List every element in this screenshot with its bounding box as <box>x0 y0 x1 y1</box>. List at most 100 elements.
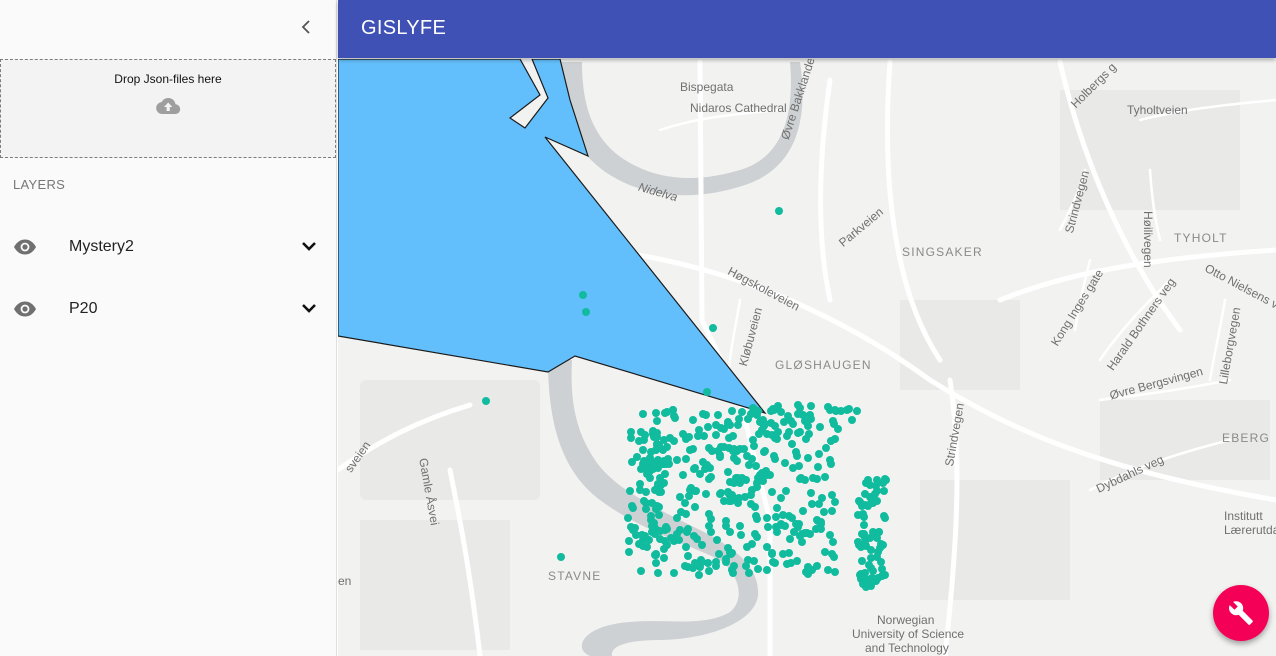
map-point[interactable] <box>712 421 720 429</box>
map-point[interactable] <box>748 540 756 548</box>
map-point[interactable] <box>642 488 650 496</box>
map-point[interactable] <box>773 504 781 512</box>
map-point[interactable] <box>664 455 672 463</box>
map-point[interactable] <box>760 420 768 428</box>
map-point[interactable] <box>679 471 687 479</box>
map-point[interactable] <box>826 456 834 464</box>
map-point[interactable] <box>860 521 868 529</box>
map-point[interactable] <box>750 405 758 413</box>
map-point[interactable] <box>824 403 832 411</box>
map-point[interactable] <box>781 522 789 530</box>
map-point[interactable] <box>635 437 643 445</box>
map-point[interactable] <box>876 544 884 552</box>
map-point[interactable] <box>730 562 738 570</box>
map-point[interactable] <box>763 471 771 479</box>
map-point[interactable] <box>624 514 632 522</box>
map-point[interactable] <box>751 503 759 511</box>
map-point[interactable] <box>783 560 791 568</box>
map-point[interactable] <box>864 476 872 484</box>
map-point[interactable] <box>632 531 640 539</box>
map-point[interactable] <box>725 434 733 442</box>
map-point[interactable] <box>716 451 724 459</box>
map-point[interactable] <box>831 435 839 443</box>
map-point[interactable] <box>782 487 790 495</box>
map-point[interactable] <box>763 543 771 551</box>
map-point[interactable] <box>753 483 761 491</box>
map-point[interactable] <box>748 455 756 463</box>
map-point[interactable] <box>828 491 836 499</box>
map-point[interactable] <box>830 553 838 561</box>
map-point[interactable] <box>814 463 822 471</box>
map-point[interactable] <box>783 432 791 440</box>
map-point[interactable] <box>744 415 752 423</box>
map-point[interactable] <box>707 515 715 523</box>
map-point[interactable] <box>879 479 887 487</box>
map-point[interactable] <box>803 529 811 537</box>
map-point[interactable] <box>655 511 663 519</box>
map-point[interactable] <box>712 431 720 439</box>
map-point[interactable] <box>821 548 829 556</box>
tools-fab-button[interactable] <box>1213 585 1269 641</box>
map-point[interactable] <box>648 499 656 507</box>
layer-item-p20[interactable]: P20 <box>0 285 336 333</box>
map-point[interactable] <box>660 436 668 444</box>
map-point[interactable] <box>858 557 866 565</box>
map-point[interactable] <box>643 457 651 465</box>
map-point[interactable] <box>714 411 722 419</box>
map-point[interactable] <box>854 511 862 519</box>
map-point[interactable] <box>861 490 869 498</box>
map-point[interactable] <box>837 407 845 415</box>
map-point[interactable] <box>831 568 839 576</box>
map-point[interactable] <box>712 558 720 566</box>
map-point[interactable] <box>858 530 866 538</box>
map-point[interactable] <box>760 448 768 456</box>
layer-item-mystery2[interactable]: Mystery2 <box>0 223 336 271</box>
map-point[interactable] <box>728 549 736 557</box>
map-point[interactable] <box>875 528 883 536</box>
map-point[interactable] <box>749 436 757 444</box>
map-point[interactable] <box>694 432 702 440</box>
map-point[interactable] <box>752 462 760 470</box>
map-point[interactable] <box>627 434 635 442</box>
map-point[interactable] <box>771 455 779 463</box>
map-point[interactable] <box>763 430 771 438</box>
map-point[interactable] <box>653 417 661 425</box>
map-point[interactable] <box>779 550 787 558</box>
map-point[interactable] <box>722 522 730 530</box>
map-point[interactable] <box>641 532 649 540</box>
map-point[interactable] <box>702 490 710 498</box>
map-point[interactable] <box>813 562 821 570</box>
map-point[interactable] <box>848 416 856 424</box>
map-point[interactable] <box>670 437 678 445</box>
map-point[interactable] <box>747 491 755 499</box>
map-point[interactable] <box>640 497 648 505</box>
map-point[interactable] <box>698 541 706 549</box>
map-point[interactable] <box>653 440 661 448</box>
visibility-eye-icon[interactable] <box>13 237 37 257</box>
chevron-down-icon[interactable] <box>299 301 319 317</box>
map-point[interactable] <box>853 407 861 415</box>
map-point[interactable] <box>878 565 886 573</box>
map-point[interactable] <box>715 550 723 558</box>
map-point[interactable] <box>826 531 834 539</box>
map-point[interactable] <box>774 428 782 436</box>
map-point[interactable] <box>788 440 796 448</box>
map-point[interactable] <box>652 559 660 567</box>
map-point[interactable] <box>677 508 685 516</box>
collapse-sidebar-button[interactable] <box>294 14 318 40</box>
map-point[interactable] <box>625 548 633 556</box>
map-point[interactable] <box>653 486 661 494</box>
map-point[interactable] <box>730 494 738 502</box>
map-point[interactable] <box>637 567 645 575</box>
map-point[interactable] <box>790 528 798 536</box>
map-point[interactable] <box>652 409 660 417</box>
map-point[interactable] <box>684 552 692 560</box>
map-point[interactable] <box>768 550 776 558</box>
map-point[interactable] <box>626 487 634 495</box>
map-point[interactable] <box>689 416 697 424</box>
map-point[interactable] <box>820 508 828 516</box>
map-point[interactable] <box>804 563 812 571</box>
map-point[interactable] <box>740 445 748 453</box>
map-point[interactable] <box>708 447 716 455</box>
map-point[interactable] <box>801 476 809 484</box>
